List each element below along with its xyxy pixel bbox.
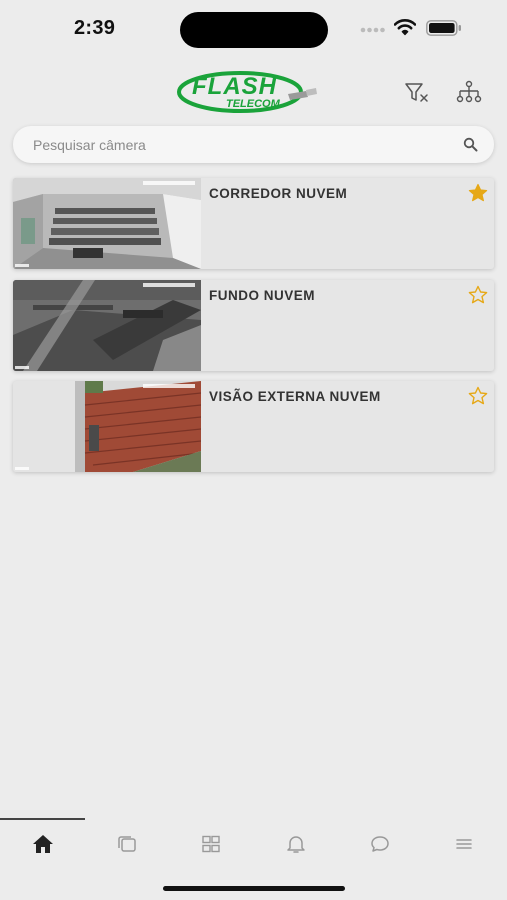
camera-thumbnail[interactable] [13,178,201,269]
camera-name: FUNDO NUVEM [209,288,315,303]
tab-multi-view[interactable] [113,832,141,856]
grid-icon [202,835,220,853]
favorite-star-outline-icon[interactable] [468,386,488,406]
logo-primary-text: FLASH [192,73,277,100]
camera-card-fundo-nuvem[interactable]: FUNDO NUVEM [13,280,494,371]
multi-window-icon [118,836,136,852]
bell-icon [287,836,305,853]
favorite-star-filled-icon[interactable] [468,183,488,203]
tab-chat[interactable] [366,832,394,856]
cellular-signal-icon [360,27,385,33]
camera-search-bar[interactable] [13,126,494,163]
menu-icon [456,839,472,849]
status-time: 2:39 [74,17,116,39]
chat-icon [371,836,389,852]
tab-home[interactable] [29,832,57,856]
camera-card-corredor-nuvem[interactable]: CORREDOR NUVEM [13,178,494,269]
logo-secondary-text: TELECOM [226,98,281,110]
tab-notifications[interactable] [282,832,310,856]
camera-thumbnail[interactable] [13,381,201,472]
tab-grid[interactable] [197,832,225,856]
camera-card-visao-externa-nuvem[interactable]: VISÃO EXTERNA NUVEM [13,381,494,472]
hierarchy-icon[interactable] [456,80,482,104]
home-indicator[interactable] [163,886,345,891]
favorite-star-outline-icon[interactable] [468,285,488,305]
camera-name: CORREDOR NUVEM [209,186,348,201]
flash-telecom-logo: FLASH TELECOM [177,71,317,113]
active-tab-indicator [0,818,85,820]
battery-icon [426,20,461,36]
search-icon[interactable] [463,137,478,152]
home-icon [33,835,53,853]
tab-menu[interactable] [450,832,478,856]
status-bar: 2:39 [0,0,507,56]
dynamic-island [180,12,328,48]
camera-thumbnail[interactable] [13,280,201,371]
clear-filter-icon[interactable] [404,81,430,105]
camera-name: VISÃO EXTERNA NUVEM [209,389,381,404]
wifi-icon [394,19,416,36]
camera-search-input[interactable] [33,126,453,163]
